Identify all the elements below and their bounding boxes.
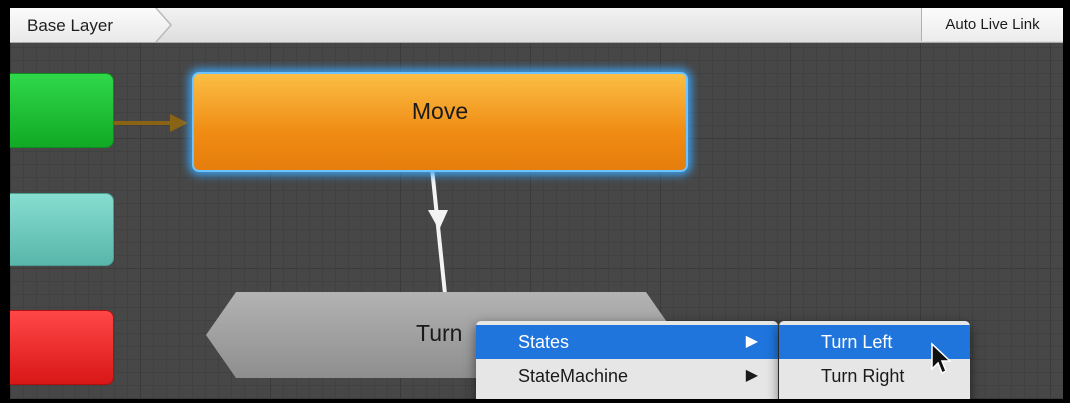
- state-node-move[interactable]: Move: [192, 72, 688, 172]
- menu-item-states[interactable]: States ▶: [476, 325, 778, 359]
- mouse-cursor-icon: [931, 342, 952, 375]
- state-node-green[interactable]: [10, 73, 114, 148]
- state-machine-node-turn-label: Turn: [416, 320, 463, 346]
- transition-arrowhead: [170, 114, 188, 132]
- state-node-teal[interactable]: [10, 193, 114, 266]
- animator-window: Move Turn Base Layer Auto Live Link Stat…: [0, 0, 1070, 403]
- breadcrumb-label: Base Layer: [27, 16, 113, 35]
- submenu-arrow-icon: ▶: [745, 367, 758, 384]
- transition-arrow-move-to-turn[interactable]: [430, 167, 447, 295]
- breadcrumb[interactable]: Base Layer: [10, 8, 170, 42]
- state-node-red[interactable]: [10, 310, 114, 385]
- submenu-arrow-icon: ▶: [745, 333, 758, 350]
- graph-toolbar: Base Layer Auto Live Link: [10, 8, 1063, 43]
- state-node-move-label: Move: [411, 98, 469, 124]
- transition-arrowhead-down: [428, 210, 448, 230]
- graph-canvas[interactable]: Move Turn Base Layer Auto Live Link Stat…: [10, 8, 1063, 399]
- context-menu: States ▶ StateMachine ▶: [476, 321, 778, 399]
- auto-live-link-button[interactable]: Auto Live Link: [921, 8, 1063, 41]
- menu-item-statemachine[interactable]: StateMachine ▶: [476, 359, 778, 393]
